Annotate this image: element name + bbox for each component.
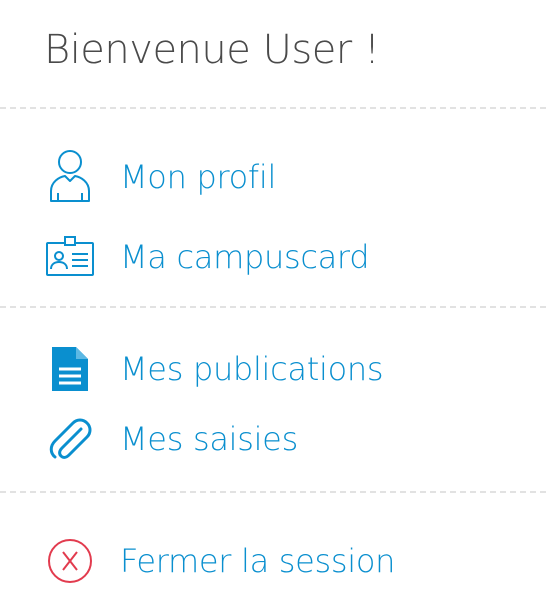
divider: [0, 491, 546, 493]
divider: [0, 306, 546, 308]
menu-item-label: Mes publications: [120, 350, 384, 388]
menu-item-label: Mes saisies: [120, 420, 298, 458]
greeting-title: Bienvenue User !: [44, 27, 380, 73]
menu-item-publications[interactable]: Mes publications: [44, 341, 524, 397]
id-card-icon: [44, 231, 96, 283]
menu-item-saisies[interactable]: Mes saisies: [44, 411, 524, 467]
user-icon: [44, 150, 96, 203]
document-icon: [44, 343, 96, 395]
divider: [0, 107, 546, 109]
menu-item-profile[interactable]: Mon profil: [44, 149, 524, 205]
menu-item-label: Ma campuscard: [120, 238, 370, 276]
menu-item-label: Fermer la session: [120, 542, 396, 580]
menu-item-label: Mon profil: [120, 158, 277, 196]
paperclip-icon: [44, 413, 96, 465]
close-circle-icon: [44, 535, 96, 587]
menu-item-campuscard[interactable]: Ma campuscard: [44, 229, 524, 285]
user-menu: Bienvenue User ! Mon profil Ma campuscar…: [0, 0, 546, 600]
logout-button[interactable]: Fermer la session: [44, 533, 524, 589]
